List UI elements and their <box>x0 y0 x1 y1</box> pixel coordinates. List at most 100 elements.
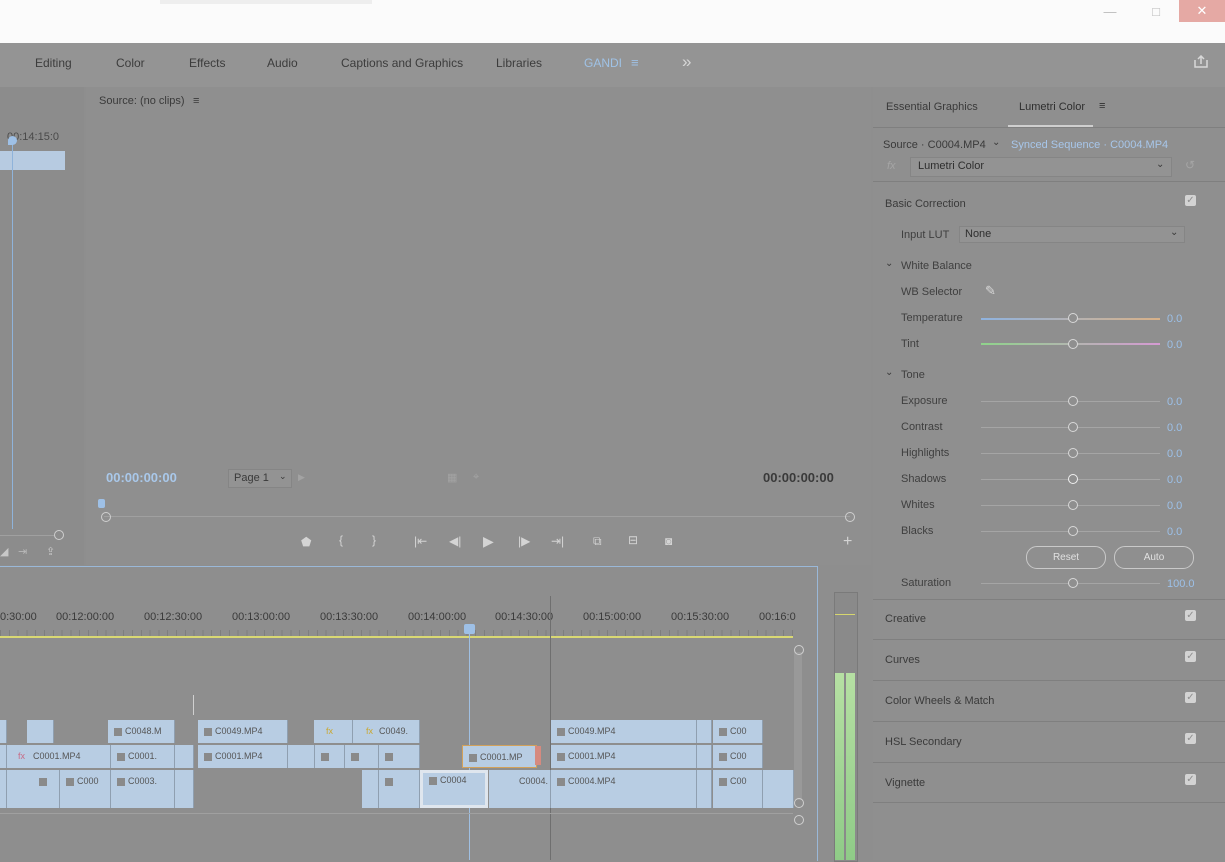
step-back-icon[interactable]: ◀| <box>449 534 461 548</box>
drop-target-icon[interactable]: ⌖ <box>473 471 479 484</box>
program-playhead[interactable] <box>12 141 13 529</box>
timeline-scroll-top[interactable] <box>794 645 804 655</box>
workspace-menu-icon[interactable]: ≡ <box>631 55 639 70</box>
shadows-knob[interactable] <box>1068 474 1078 484</box>
timeline-clip[interactable] <box>697 745 712 768</box>
workspace-tab-editing[interactable]: Editing <box>35 56 72 70</box>
curves-checkbox[interactable]: ✓ <box>1185 651 1196 662</box>
timeline-clip[interactable]: C0004.MP4 <box>551 770 697 808</box>
timeline-scroll-bottom[interactable] <box>794 798 804 808</box>
timeline-clip[interactable]: C00 <box>713 745 763 768</box>
timeline-clip[interactable]: C00 <box>713 770 763 808</box>
source-timecode-left[interactable]: 00:00:00:00 <box>106 470 177 485</box>
source-menu-icon[interactable]: ≡ <box>193 95 199 107</box>
temperature-knob[interactable] <box>1068 313 1078 323</box>
timeline-clip[interactable] <box>0 770 7 808</box>
tab-essential-graphics[interactable]: Essential Graphics <box>886 101 978 113</box>
export-frame-icon[interactable]: ◙ <box>665 534 672 548</box>
timeline-clip[interactable] <box>0 745 7 768</box>
timeline-clip[interactable]: C0001. <box>111 745 175 768</box>
section-curves[interactable]: Curves <box>885 654 920 666</box>
program-tool-icon[interactable]: ◢ <box>0 545 8 558</box>
work-area-bar[interactable] <box>0 636 793 638</box>
reset-effect-icon[interactable]: ↺ <box>1185 158 1195 172</box>
timeline-clip[interactable] <box>697 770 712 808</box>
timeline-scrollbar[interactable] <box>794 652 802 800</box>
tab-lumetri-color[interactable]: Lumetri Color <box>1019 101 1085 113</box>
chevron-down-icon[interactable]: ⌄ <box>885 258 893 269</box>
whites-knob[interactable] <box>1068 500 1078 510</box>
timeline-clip[interactable]: C0001.MP4 <box>198 745 288 768</box>
button-editor-icon[interactable]: + <box>843 533 852 551</box>
timeline-clip[interactable] <box>7 770 60 808</box>
page-next-icon[interactable]: ▶ <box>298 472 305 483</box>
auto-button[interactable]: Auto <box>1114 546 1194 569</box>
timeline-clip[interactable] <box>379 770 420 808</box>
play-icon[interactable]: ▶ <box>483 533 494 550</box>
timeline-scroll-knob[interactable] <box>794 815 804 825</box>
white-balance-title[interactable]: White Balance <box>901 260 972 272</box>
page-select[interactable]: Page 1 ⌄ <box>228 469 292 488</box>
highlights-value[interactable]: 0.0 <box>1167 448 1182 460</box>
timeline-clip[interactable]: C0049.MP4 <box>551 720 697 743</box>
share-icon[interactable] <box>1194 54 1208 68</box>
section-hsl-secondary[interactable]: HSL Secondary <box>885 736 962 748</box>
timeline-clip[interactable] <box>379 745 420 768</box>
source-scrub-bar[interactable] <box>104 516 850 517</box>
synced-sequence-link[interactable]: Synced Sequence · C0004.MP4 <box>1011 139 1168 151</box>
vignette-checkbox[interactable]: ✓ <box>1185 774 1196 785</box>
creative-checkbox[interactable]: ✓ <box>1185 610 1196 621</box>
minimize-button[interactable]: — <box>1087 0 1133 22</box>
timeline-clip[interactable] <box>362 770 379 808</box>
program-scroll-track[interactable] <box>0 535 54 536</box>
tint-value[interactable]: 0.0 <box>1167 339 1182 351</box>
saturation-knob[interactable] <box>1068 578 1078 588</box>
workspace-tab-captions[interactable]: Captions and Graphics <box>341 56 463 70</box>
timeline-clip[interactable] <box>345 745 379 768</box>
timeline-clip[interactable]: C0001.MP4 <box>551 745 697 768</box>
timeline-clip[interactable]: fx C0049. <box>353 720 420 743</box>
timeline-clip[interactable]: C0049.MP4 <box>198 720 288 743</box>
contrast-value[interactable]: 0.0 <box>1167 422 1182 434</box>
more-workspaces-icon[interactable]: » <box>682 52 691 72</box>
saturation-value[interactable]: 100.0 <box>1167 578 1195 590</box>
timeline-clip-selected[interactable]: C0004 <box>420 770 488 808</box>
clip-trim-handle[interactable] <box>535 746 541 765</box>
tint-knob[interactable] <box>1068 339 1078 349</box>
shadows-value[interactable]: 0.0 <box>1167 474 1182 486</box>
timeline-clip-selected[interactable]: C0001.MP <box>462 745 537 768</box>
section-vignette[interactable]: Vignette <box>885 777 925 789</box>
timeline-playhead-marker[interactable] <box>464 624 475 634</box>
blacks-value[interactable]: 0.0 <box>1167 526 1182 538</box>
contrast-knob[interactable] <box>1068 422 1078 432</box>
timeline-clip[interactable] <box>697 720 712 743</box>
workspace-tab-audio[interactable]: Audio <box>267 56 298 70</box>
add-marker-icon[interactable]: ⬟ <box>301 535 311 549</box>
safe-margins-icon[interactable]: ▦ <box>447 471 457 484</box>
effect-select[interactable]: Lumetri Color ⌄ <box>910 157 1172 177</box>
tone-title[interactable]: Tone <box>901 369 925 381</box>
workspace-tab-libraries[interactable]: Libraries <box>496 56 542 70</box>
timeline-clip[interactable] <box>763 770 794 808</box>
color-wheels-checkbox[interactable]: ✓ <box>1185 692 1196 703</box>
mark-out-icon[interactable]: } <box>372 533 376 547</box>
section-basic-correction[interactable]: Basic Correction <box>885 198 966 210</box>
maximize-button[interactable]: □ <box>1133 0 1179 22</box>
go-to-in-icon[interactable]: |⇤ <box>414 534 427 548</box>
timeline-clip[interactable] <box>0 720 7 743</box>
timeline-clip[interactable]: C00 <box>713 720 763 743</box>
exposure-value[interactable]: 0.0 <box>1167 396 1182 408</box>
timeline-clip[interactable] <box>288 745 315 768</box>
lumetri-menu-icon[interactable]: ≡ <box>1099 100 1105 112</box>
program-playhead-marker[interactable] <box>8 136 17 145</box>
mark-in-icon[interactable]: { <box>339 533 343 547</box>
source-scroll-end[interactable] <box>845 512 855 522</box>
exposure-knob[interactable] <box>1068 396 1078 406</box>
program-export-icon[interactable]: ⇪ <box>46 545 55 558</box>
section-color-wheels[interactable]: Color Wheels & Match <box>885 695 994 707</box>
workspace-tab-color[interactable]: Color <box>116 56 145 70</box>
whites-value[interactable]: 0.0 <box>1167 500 1182 512</box>
close-button[interactable]: ✕ <box>1179 0 1225 22</box>
blacks-knob[interactable] <box>1068 526 1078 536</box>
timeline-clip[interactable] <box>175 745 194 768</box>
